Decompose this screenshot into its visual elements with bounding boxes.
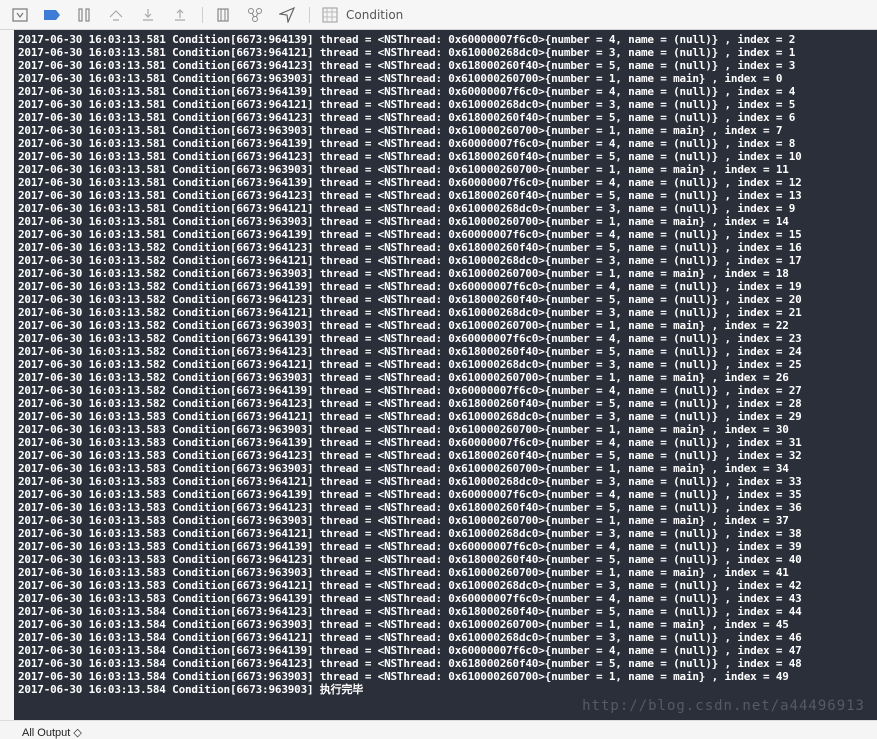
log-line: 2017-06-30 16:03:13.583 Condition[6673:9… (18, 553, 802, 566)
log-line: 2017-06-30 16:03:13.581 Condition[6673:9… (18, 46, 796, 59)
log-line: 2017-06-30 16:03:13.583 Condition[6673:9… (18, 579, 802, 592)
memory-graph-icon[interactable] (245, 5, 265, 25)
log-line: 2017-06-30 16:03:13.583 Condition[6673:9… (18, 592, 802, 605)
console-log: 2017-06-30 16:03:13.581 Condition[6673:9… (18, 33, 802, 696)
log-line: 2017-06-30 16:03:13.583 Condition[6673:9… (18, 436, 802, 449)
log-line: 2017-06-30 16:03:13.582 Condition[6673:9… (18, 319, 789, 332)
log-line: 2017-06-30 16:03:13.581 Condition[6673:9… (18, 228, 802, 241)
log-line: 2017-06-30 16:03:13.582 Condition[6673:9… (18, 384, 802, 397)
log-line: 2017-06-30 16:03:13.583 Condition[6673:9… (18, 410, 802, 423)
step-over-icon[interactable] (106, 5, 126, 25)
log-line: 2017-06-30 16:03:13.581 Condition[6673:9… (18, 189, 802, 202)
log-line: 2017-06-30 16:03:13.584 Condition[6673:9… (18, 670, 789, 683)
step-into-icon[interactable] (138, 5, 158, 25)
log-line: 2017-06-30 16:03:13.583 Condition[6673:9… (18, 423, 789, 436)
log-line: 2017-06-30 16:03:13.581 Condition[6673:9… (18, 72, 783, 85)
log-line: 2017-06-30 16:03:13.582 Condition[6673:9… (18, 358, 802, 371)
log-line: 2017-06-30 16:03:13.584 Condition[6673:9… (18, 605, 802, 618)
log-line: 2017-06-30 16:03:13.581 Condition[6673:9… (18, 85, 796, 98)
breakpoints-toggle-icon[interactable] (42, 5, 62, 25)
log-line: 2017-06-30 16:03:13.583 Condition[6673:9… (18, 462, 789, 475)
hide-debug-area-icon[interactable] (10, 5, 30, 25)
watermark: http://blog.csdn.net/a44496913 (582, 698, 865, 714)
toolbar-divider (309, 6, 310, 23)
pause-icon[interactable] (74, 5, 94, 25)
log-line: 2017-06-30 16:03:13.582 Condition[6673:9… (18, 332, 802, 345)
log-line: 2017-06-30 16:03:13.584 Condition[6673:9… (18, 618, 789, 631)
log-line: 2017-06-30 16:03:13.583 Condition[6673:9… (18, 514, 789, 527)
log-line: 2017-06-30 16:03:13.583 Condition[6673:9… (18, 566, 789, 579)
log-line: 2017-06-30 16:03:13.584 Condition[6673:9… (18, 683, 364, 696)
log-line: 2017-06-30 16:03:13.581 Condition[6673:9… (18, 137, 796, 150)
log-line: 2017-06-30 16:03:13.583 Condition[6673:9… (18, 449, 802, 462)
log-line: 2017-06-30 16:03:13.582 Condition[6673:9… (18, 293, 802, 306)
scheme-label[interactable]: Condition (346, 8, 403, 22)
log-line: 2017-06-30 16:03:13.581 Condition[6673:9… (18, 150, 802, 163)
log-line: 2017-06-30 16:03:13.581 Condition[6673:9… (18, 33, 796, 46)
log-line: 2017-06-30 16:03:13.584 Condition[6673:9… (18, 631, 802, 644)
step-out-icon[interactable] (170, 5, 190, 25)
log-line: 2017-06-30 16:03:13.583 Condition[6673:9… (18, 527, 802, 540)
log-line: 2017-06-30 16:03:13.581 Condition[6673:9… (18, 163, 789, 176)
console-bottom-bar: All Output ◇ (0, 720, 877, 739)
log-line: 2017-06-30 16:03:13.581 Condition[6673:9… (18, 98, 796, 111)
left-gutter (0, 30, 14, 720)
output-filter-select[interactable]: All Output ◇ (22, 726, 82, 739)
log-line: 2017-06-30 16:03:13.583 Condition[6673:9… (18, 501, 802, 514)
location-icon[interactable] (277, 5, 297, 25)
log-line: 2017-06-30 16:03:13.582 Condition[6673:9… (18, 345, 802, 358)
console-output[interactable]: 2017-06-30 16:03:13.581 Condition[6673:9… (14, 30, 877, 720)
log-line: 2017-06-30 16:03:13.583 Condition[6673:9… (18, 475, 802, 488)
log-line: 2017-06-30 16:03:13.582 Condition[6673:9… (18, 306, 802, 319)
log-line: 2017-06-30 16:03:13.582 Condition[6673:9… (18, 254, 802, 267)
log-line: 2017-06-30 16:03:13.581 Condition[6673:9… (18, 215, 789, 228)
app-icon (320, 5, 340, 25)
log-line: 2017-06-30 16:03:13.581 Condition[6673:9… (18, 111, 796, 124)
debug-toolbar: Condition (0, 0, 877, 30)
log-line: 2017-06-30 16:03:13.581 Condition[6673:9… (18, 124, 783, 137)
log-line: 2017-06-30 16:03:13.584 Condition[6673:9… (18, 644, 802, 657)
log-line: 2017-06-30 16:03:13.583 Condition[6673:9… (18, 540, 802, 553)
log-line: 2017-06-30 16:03:13.584 Condition[6673:9… (18, 657, 802, 670)
log-line: 2017-06-30 16:03:13.583 Condition[6673:9… (18, 488, 802, 501)
view-hierarchy-icon[interactable] (213, 5, 233, 25)
log-line: 2017-06-30 16:03:13.582 Condition[6673:9… (18, 371, 789, 384)
log-line: 2017-06-30 16:03:13.582 Condition[6673:9… (18, 280, 802, 293)
log-line: 2017-06-30 16:03:13.581 Condition[6673:9… (18, 59, 796, 72)
log-line: 2017-06-30 16:03:13.582 Condition[6673:9… (18, 397, 802, 410)
log-line: 2017-06-30 16:03:13.582 Condition[6673:9… (18, 241, 802, 254)
toolbar-divider (202, 6, 203, 23)
log-line: 2017-06-30 16:03:13.581 Condition[6673:9… (18, 202, 796, 215)
log-line: 2017-06-30 16:03:13.582 Condition[6673:9… (18, 267, 789, 280)
log-line: 2017-06-30 16:03:13.581 Condition[6673:9… (18, 176, 802, 189)
